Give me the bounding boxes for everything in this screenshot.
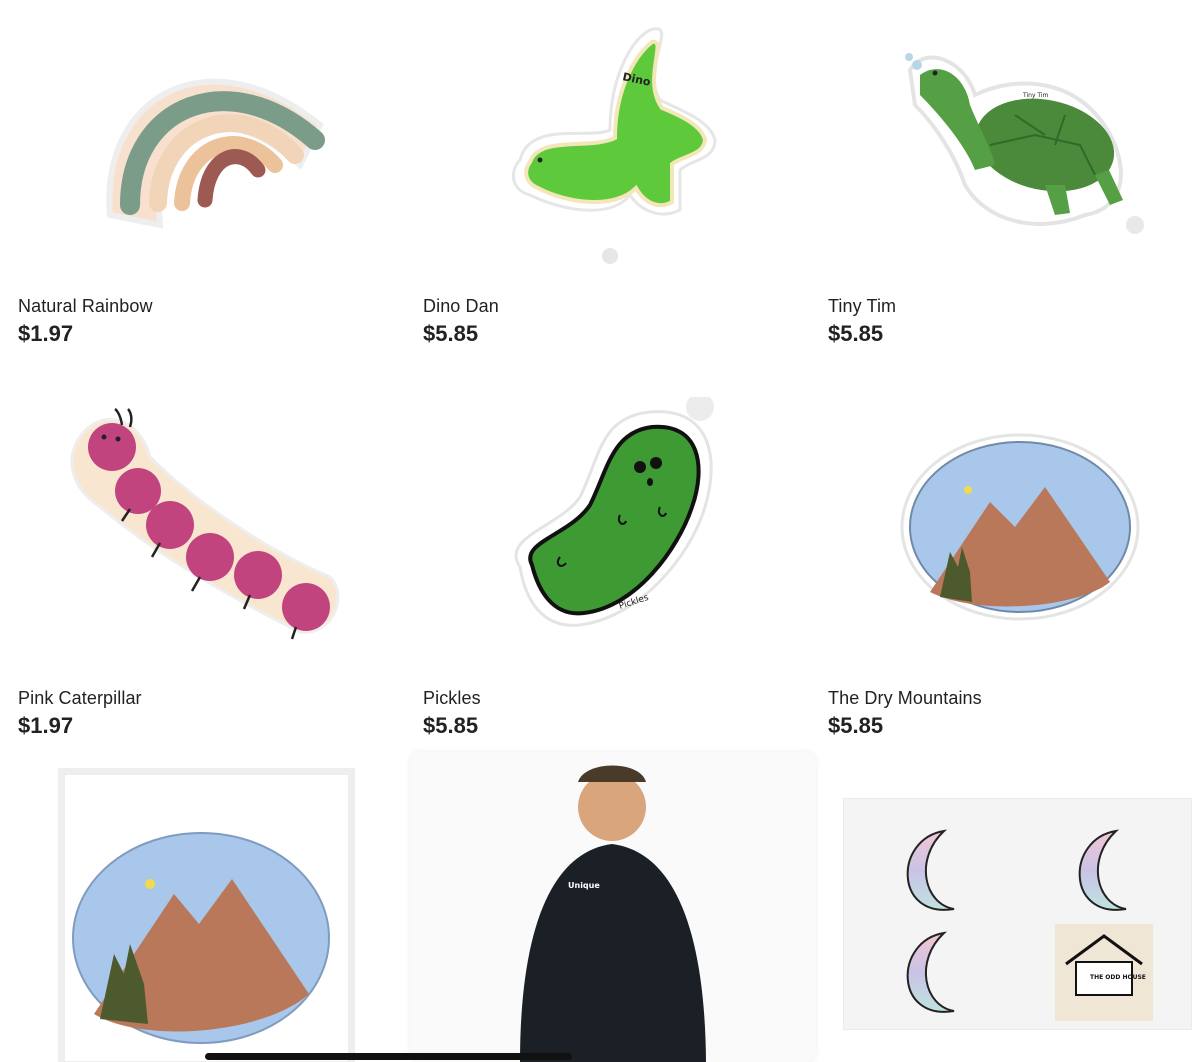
product-image[interactable]	[810, 392, 1200, 682]
product-card[interactable]	[58, 768, 355, 1062]
product-image[interactable]	[0, 392, 405, 682]
product-card[interactable]: Dino Dino Dan $5.85	[405, 0, 790, 360]
product-price: $1.97	[18, 321, 74, 346]
home-indicator[interactable]	[205, 1053, 572, 1060]
product-image[interactable]: Dino	[405, 0, 810, 290]
product-card[interactable]: Pink Caterpillar $1.97	[0, 392, 385, 752]
product-price: $5.85	[423, 321, 479, 346]
product-card[interactable]: Natural Rainbow $1.97	[0, 0, 385, 360]
product-card[interactable]: Unique	[410, 752, 816, 1062]
mountains-sticker-icon	[900, 433, 1140, 621]
product-price: $5.85	[423, 713, 479, 738]
product-name[interactable]: Pickles	[423, 688, 481, 709]
product-name[interactable]: The Dry Mountains	[828, 688, 982, 709]
product-name[interactable]: Natural Rainbow	[18, 296, 153, 317]
product-card[interactable]: Pickles Pickles $5.85	[405, 392, 790, 752]
shirt-text: Unique	[568, 881, 600, 890]
logo-text: THE ODD HOUSE	[1090, 974, 1146, 981]
product-name[interactable]: Tiny Tim	[828, 296, 896, 317]
product-image[interactable]	[0, 0, 405, 290]
product-price: $5.85	[828, 713, 884, 738]
product-name[interactable]: Dino Dan	[423, 296, 499, 317]
product-image[interactable]: Pickles	[405, 392, 810, 682]
product-image[interactable]: Tiny Tim	[810, 0, 1200, 290]
product-card[interactable]: THE ODD HOUSE	[843, 798, 1192, 1030]
caterpillar-sticker-icon	[70, 407, 340, 640]
moon-sticker-sheet-icon: THE ODD HOUSE	[906, 829, 1153, 1021]
pickle-sticker-icon: Pickles	[514, 397, 714, 627]
hoodie-model-icon: Unique	[520, 765, 706, 1062]
product-card[interactable]: Tiny Tim Tiny Tim $5.85	[810, 0, 1195, 360]
rainbow-sticker-icon	[106, 78, 325, 229]
mountains-print-icon	[64, 774, 349, 1062]
product-grid: Natural Rainbow $1.97 Dino Dino Dan $5.8…	[0, 0, 1200, 1062]
turtle-sticker-icon: Tiny Tim	[905, 53, 1144, 234]
product-name[interactable]: Pink Caterpillar	[18, 688, 142, 709]
product-price: $1.97	[18, 713, 74, 738]
product-card[interactable]: The Dry Mountains $5.85	[810, 392, 1195, 752]
sticker-label: Tiny Tim	[1022, 92, 1049, 99]
product-price: $5.85	[828, 321, 884, 346]
dinosaur-sticker-icon: Dino	[511, 27, 717, 264]
